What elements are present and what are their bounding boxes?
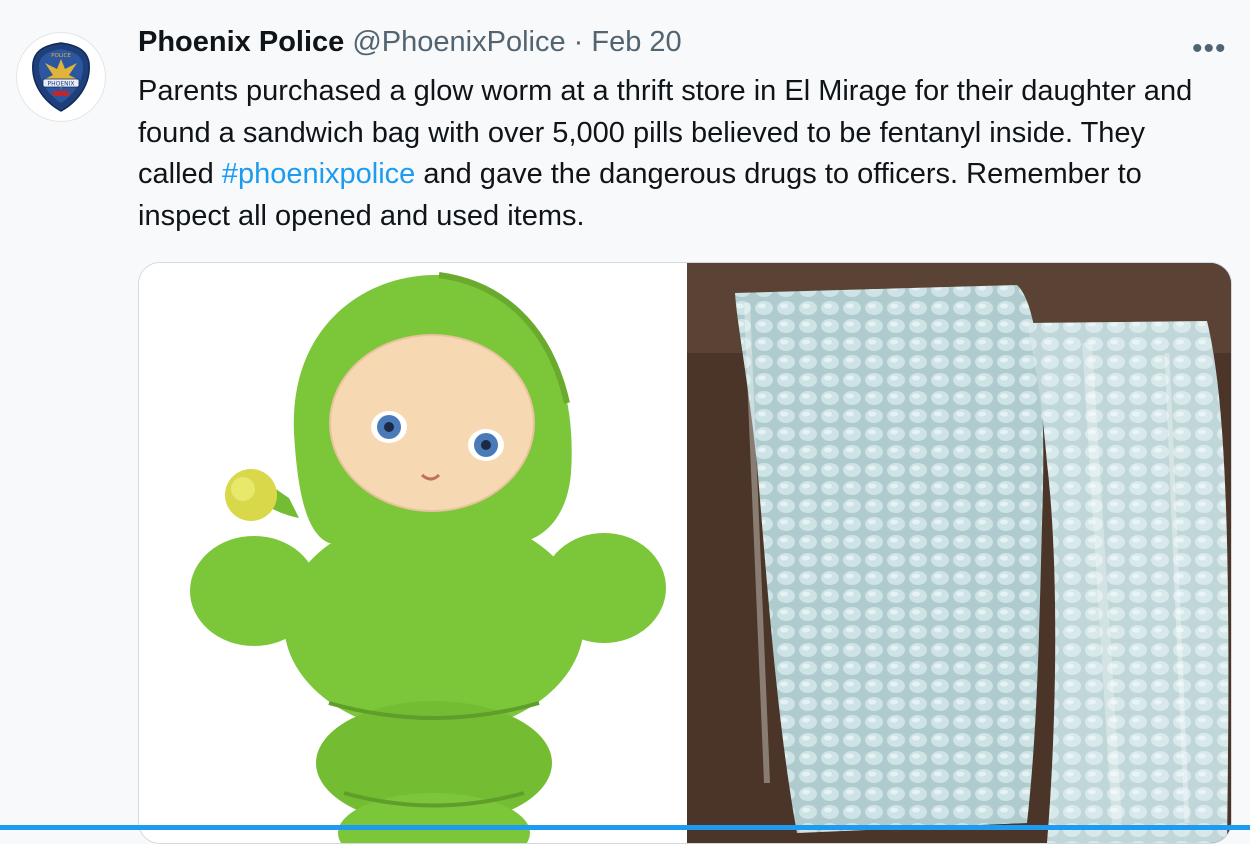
hashtag-link[interactable]: #phoenixpolice [222,158,415,190]
glow-worm-toy-image [190,272,666,843]
media-photo-pill-bags[interactable] [687,263,1231,843]
tweet-media[interactable] [138,262,1232,844]
author-avatar[interactable]: PHOENIX POLICE [17,33,105,121]
svg-text:PHOENIX: PHOENIX [47,81,74,88]
media-photo-glow-worm[interactable] [139,263,685,843]
tweet-date[interactable]: Feb 20 [591,26,681,58]
tweet-text: Parents purchased a glow worm at a thrif… [138,71,1228,237]
meta-separator: · [573,26,584,58]
tweet-header: Phoenix Police @PhoenixPolice · Feb 20 [138,26,682,59]
svg-text:POLICE: POLICE [51,53,71,59]
more-options-icon[interactable]: ••• [1192,32,1227,66]
police-badge-logo: PHOENIX POLICE [21,37,101,117]
author-name[interactable]: Phoenix Police [138,26,344,58]
author-handle[interactable]: @PhoenixPolice [352,26,565,58]
bottom-accent-bar [0,825,1250,830]
pill-bags-image [687,263,1231,843]
